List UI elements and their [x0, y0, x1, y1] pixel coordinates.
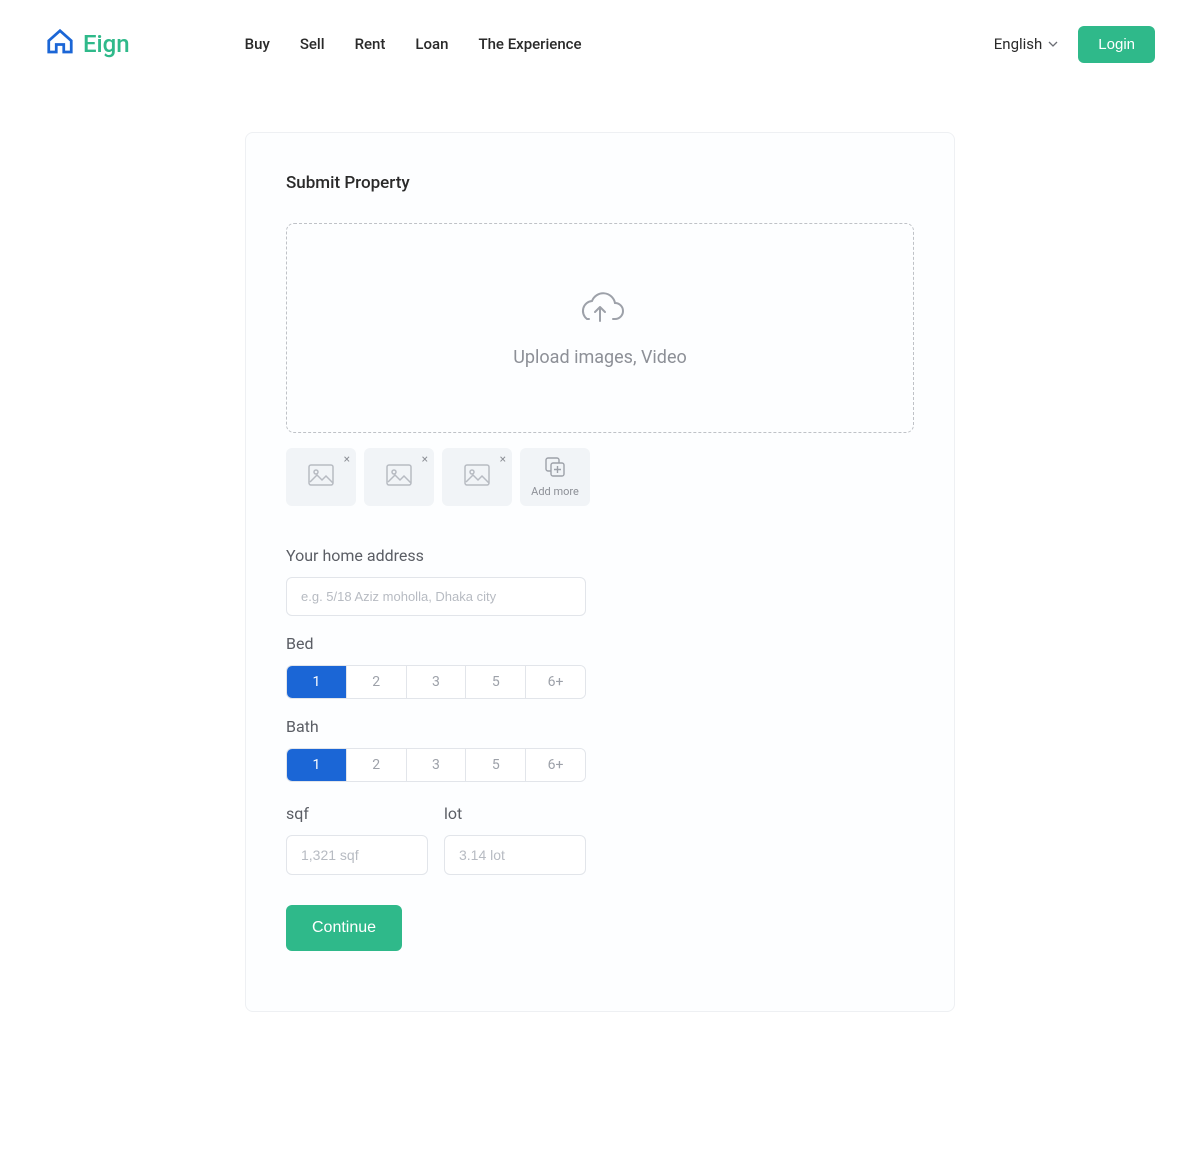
bath-option-2[interactable]: 2	[347, 749, 407, 781]
lot-input[interactable]	[444, 835, 586, 875]
bath-options: 1 2 3 5 6+	[286, 748, 586, 782]
language-label: English	[994, 35, 1043, 53]
close-icon[interactable]: ×	[344, 452, 350, 466]
bed-options: 1 2 3 5 6+	[286, 665, 586, 699]
bath-option-6plus[interactable]: 6+	[526, 749, 585, 781]
bed-label: Bed	[286, 634, 914, 653]
sqf-col: sqf	[286, 804, 428, 875]
bath-option-3[interactable]: 3	[407, 749, 467, 781]
bed-option-5[interactable]: 5	[466, 666, 526, 698]
sqf-label: sqf	[286, 804, 428, 823]
nav-sell[interactable]: Sell	[300, 35, 325, 53]
add-more-label: Add more	[531, 485, 579, 498]
nav-loan[interactable]: Loan	[415, 35, 448, 53]
nav-experience[interactable]: The Experience	[478, 35, 581, 53]
bed-option-2[interactable]: 2	[347, 666, 407, 698]
header-right: English Login	[994, 26, 1155, 63]
size-row: sqf lot	[286, 804, 914, 875]
continue-button[interactable]: Continue	[286, 905, 402, 951]
add-more-button[interactable]: Add more	[520, 448, 590, 506]
login-button[interactable]: Login	[1078, 26, 1155, 63]
sqf-input[interactable]	[286, 835, 428, 875]
nav-rent[interactable]: Rent	[355, 35, 386, 53]
language-selector[interactable]: English	[994, 35, 1059, 53]
app-header: Eign Buy Sell Rent Loan The Experience E…	[0, 0, 1200, 88]
lot-col: lot	[444, 804, 586, 875]
image-thumbnails: × × × Add more	[286, 448, 914, 506]
thumbnail-3[interactable]: ×	[442, 448, 512, 506]
bed-option-3[interactable]: 3	[407, 666, 467, 698]
cloud-upload-icon	[575, 289, 625, 333]
thumbnail-1[interactable]: ×	[286, 448, 356, 506]
bath-option-5[interactable]: 5	[466, 749, 526, 781]
bed-option-1[interactable]: 1	[287, 666, 347, 698]
logo[interactable]: Eign	[45, 27, 130, 61]
thumbnail-2[interactable]: ×	[364, 448, 434, 506]
bed-option-6plus[interactable]: 6+	[526, 666, 585, 698]
main-nav: Buy Sell Rent Loan The Experience	[245, 35, 582, 53]
chevron-down-icon	[1048, 35, 1058, 53]
bath-option-1[interactable]: 1	[287, 749, 347, 781]
upload-text: Upload images, Video	[513, 347, 687, 368]
upload-dropzone[interactable]: Upload images, Video	[286, 223, 914, 433]
close-icon[interactable]: ×	[500, 452, 506, 466]
address-input[interactable]	[286, 577, 586, 616]
card-title: Submit Property	[286, 173, 914, 193]
image-icon	[386, 464, 412, 490]
logo-text: Eign	[83, 30, 130, 58]
address-label: Your home address	[286, 546, 914, 565]
plus-stack-icon	[545, 457, 565, 481]
nav-buy[interactable]: Buy	[245, 35, 270, 53]
house-icon	[45, 27, 75, 61]
lot-label: lot	[444, 804, 586, 823]
image-icon	[308, 464, 334, 490]
submit-property-card: Submit Property Upload images, Video × ×…	[245, 132, 955, 1012]
image-icon	[464, 464, 490, 490]
bath-label: Bath	[286, 717, 914, 736]
close-icon[interactable]: ×	[422, 452, 428, 466]
